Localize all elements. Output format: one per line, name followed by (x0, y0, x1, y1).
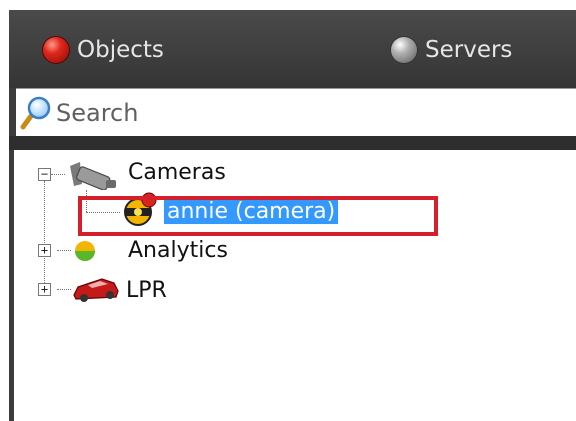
tree-connector-cameras-h (51, 174, 65, 175)
security-camera-icon (66, 160, 122, 194)
tree-connector-root (44, 181, 45, 289)
highlight-box (78, 196, 438, 236)
tree-node-cameras[interactable]: Cameras (128, 160, 226, 185)
tree-node-analytics[interactable]: Analytics (128, 238, 228, 263)
tree-node-lpr[interactable]: LPR (126, 278, 167, 303)
tab-objects[interactable]: Objects (43, 30, 164, 70)
cameras-collapse-toggle[interactable]: − (38, 168, 51, 181)
search-bar (16, 88, 576, 138)
analytics-expand-toggle[interactable]: + (38, 244, 51, 257)
lpr-expand-toggle[interactable]: + (38, 283, 51, 296)
tree-connector-analytics (57, 250, 71, 251)
grey-orb-icon (391, 37, 417, 63)
car-icon (72, 275, 120, 307)
tab-bar: Objects Servers (9, 10, 576, 88)
separator-strip (9, 136, 576, 150)
magnifier-icon[interactable] (20, 93, 54, 133)
tab-servers[interactable]: Servers (391, 30, 512, 70)
tab-objects-label: Objects (77, 37, 164, 63)
analytics-icon (72, 238, 98, 266)
search-input[interactable] (54, 98, 536, 127)
tree-connector-lpr (57, 289, 71, 290)
red-orb-icon (43, 37, 69, 63)
top-edge (0, 0, 576, 10)
tab-servers-label: Servers (425, 37, 513, 63)
